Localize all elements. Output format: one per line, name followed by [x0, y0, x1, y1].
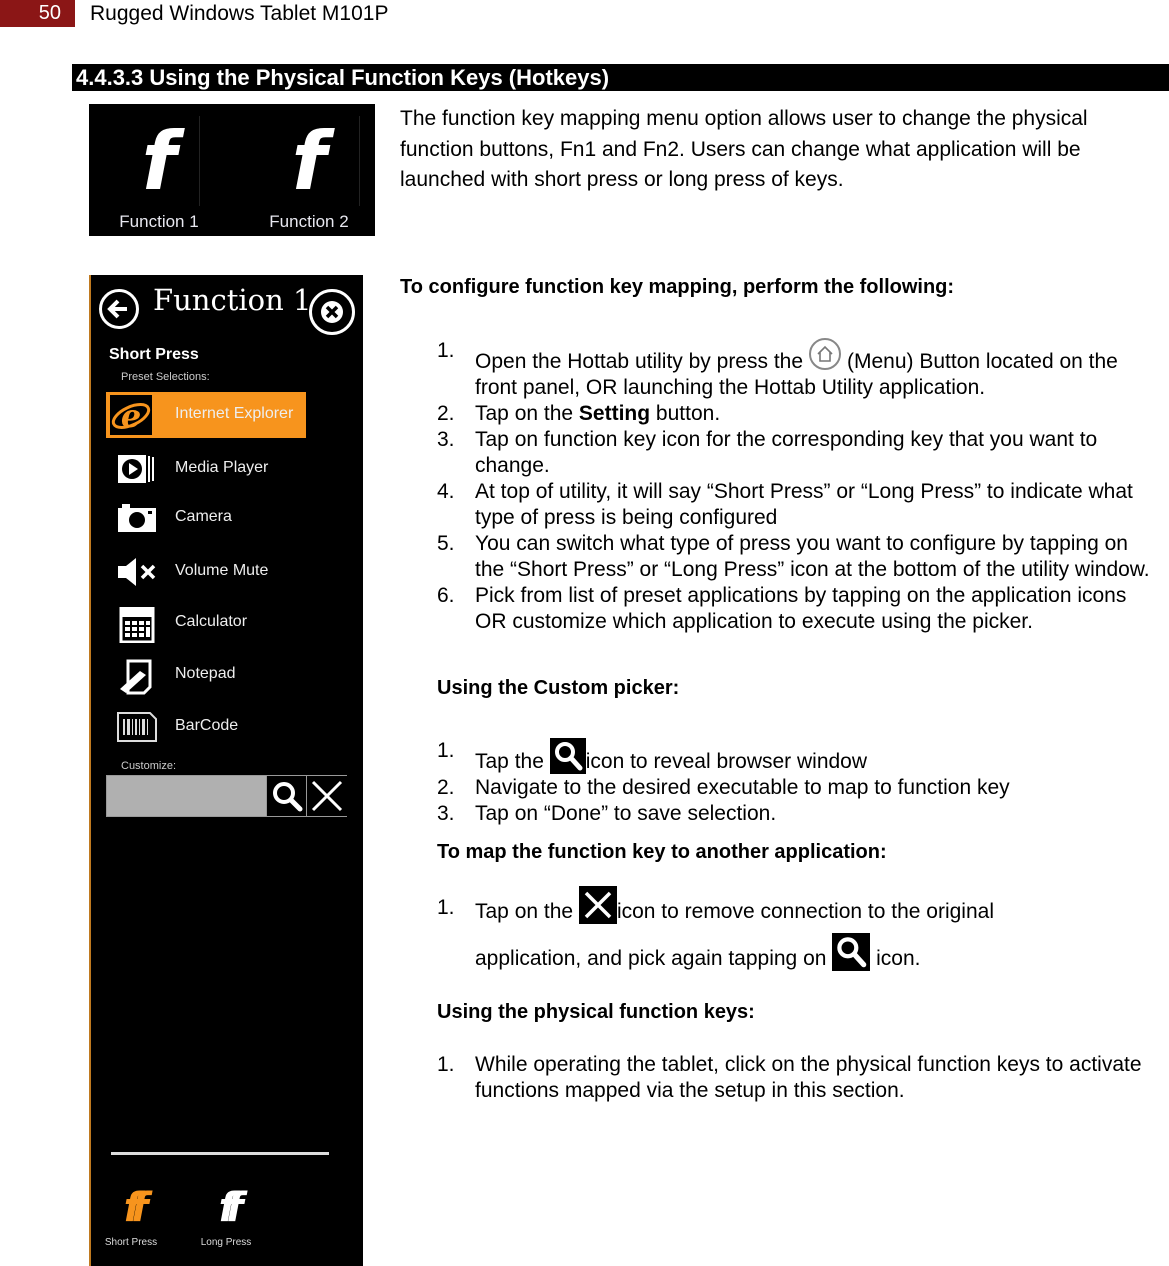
- function-1-key: f Function 1: [89, 104, 229, 236]
- configure-step: 5. You can switch what type of press you …: [437, 532, 1150, 581]
- short-press-button[interactable]: ff Short Press: [101, 1185, 161, 1255]
- function-icon: f: [291, 115, 327, 208]
- preset-barcode[interactable]: BarCode: [106, 704, 306, 750]
- close-window-button[interactable]: [309, 289, 355, 335]
- configure-step: 2. Tap on the Setting button.: [437, 402, 721, 425]
- customize-search-button[interactable]: [266, 776, 307, 816]
- customize-clear-button[interactable]: [306, 776, 347, 816]
- intro-paragraph: The function key mapping menu option all…: [400, 107, 1088, 191]
- divider: [199, 116, 200, 206]
- configure-step: 1. Open the Hottab utility by press the(…: [437, 338, 1118, 399]
- short-press-icon: ff: [123, 1185, 149, 1231]
- preset-selections-label: Preset Selections:: [121, 371, 210, 383]
- physical-keys-heading: Using the physical function keys:: [437, 1001, 755, 1023]
- custom-picker-step: 1. Tap the icon to reveal browser window: [437, 738, 868, 774]
- hottab-function-window: Function 1 Short Press Preset Selections…: [89, 275, 363, 1266]
- internet-explorer-icon: e: [110, 395, 152, 435]
- window-title: Function 1: [153, 283, 312, 317]
- preset-volume-mute[interactable]: Volume Mute: [106, 549, 306, 595]
- function-2-key: f Function 2: [239, 104, 379, 236]
- remap-step: 1. Tap on the icon to remove connection …: [437, 886, 1152, 980]
- function-2-label: Function 2: [269, 212, 349, 231]
- custom-picker-steps: 1. Tap the icon to reveal browser window…: [437, 738, 1152, 827]
- configure-step: 6. Pick from list of preset applications …: [437, 584, 1127, 633]
- calculator-icon: [116, 606, 156, 644]
- function-1-label: Function 1: [119, 212, 199, 231]
- home-button-icon: [809, 338, 842, 370]
- physical-keys-step: 1. While operating the tablet, click on t…: [437, 1053, 1142, 1102]
- camera-icon: [116, 502, 156, 534]
- function-keys-image: f Function 1 f Function 2: [89, 104, 375, 236]
- page-number: 50: [0, 0, 75, 27]
- press-type-label: Short Press: [109, 346, 199, 363]
- configure-step: 3. Tap on function key icon for the corre…: [437, 428, 1098, 477]
- divider: [359, 116, 360, 206]
- customize-label: Customize:: [121, 760, 177, 772]
- customize-field[interactable]: [106, 775, 347, 817]
- remap-heading: To map the function key to another appli…: [437, 841, 887, 863]
- svg-text:e: e: [121, 397, 141, 435]
- search-icon: [549, 738, 586, 774]
- preset-calculator[interactable]: Calculator: [106, 600, 306, 646]
- long-press-icon: ff: [218, 1185, 244, 1231]
- function-icon: f: [141, 115, 177, 208]
- custom-picker-step: 2. Navigate to the desired executable to …: [437, 776, 1010, 799]
- search-icon: [832, 933, 871, 971]
- long-press-button[interactable]: ff Long Press: [196, 1185, 256, 1255]
- preset-camera[interactable]: Camera: [106, 495, 306, 541]
- preset-media-player[interactable]: Media Player: [106, 446, 306, 492]
- preset-notepad[interactable]: Notepad: [106, 652, 306, 698]
- volume-mute-icon: [116, 556, 156, 588]
- configure-steps: 1. Open the Hottab utility by press the(…: [437, 338, 1152, 635]
- section-title: 4.4.3.3 Using the Physical Function Keys…: [72, 64, 1169, 91]
- configure-heading: To configure function key mapping, perfo…: [400, 276, 955, 298]
- physical-keys-steps: 1. While operating the tablet, click on t…: [437, 1052, 1152, 1104]
- notepad-icon: [116, 659, 156, 695]
- media-player-icon: [116, 453, 156, 485]
- configure-step: 4. At top of utility, it will say “Short …: [437, 480, 1133, 529]
- preset-internet-explorer[interactable]: e Internet Explorer: [106, 392, 306, 438]
- custom-picker-heading: Using the Custom picker:: [437, 677, 680, 699]
- close-icon: [578, 886, 617, 924]
- document-title: Rugged Windows Tablet M101P: [90, 2, 389, 25]
- back-button[interactable]: [99, 289, 139, 329]
- barcode-icon: [116, 711, 157, 743]
- search-icon: [273, 782, 303, 812]
- custom-picker-step: 3. Tap on “Done” to save selection.: [437, 802, 777, 825]
- divider: [111, 1152, 329, 1155]
- close-icon: [311, 780, 343, 812]
